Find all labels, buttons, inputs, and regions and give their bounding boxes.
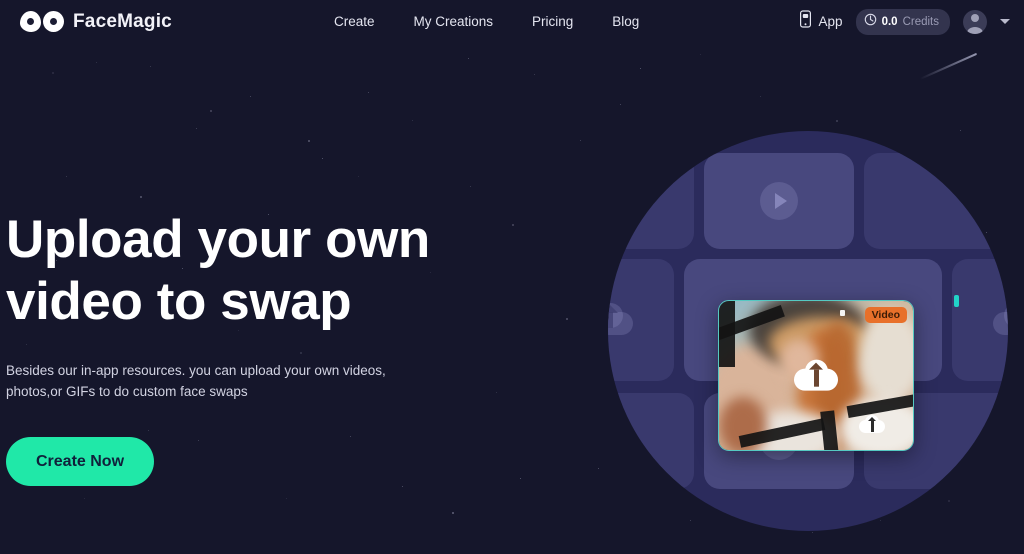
cloud-upload-icon[interactable] xyxy=(794,359,838,393)
site-header: FaceMagic Create My Creations Pricing Bl… xyxy=(0,0,1024,43)
credits-value: 0.0 xyxy=(881,15,898,28)
grid-card-top-left xyxy=(608,153,694,249)
thumbnail-marker-dot xyxy=(840,310,845,316)
hero-copy: Upload your own video to swap Besides ou… xyxy=(0,43,520,486)
facemagic-eyes-logo-icon xyxy=(20,11,64,32)
nav-item-create[interactable]: Create xyxy=(334,14,375,29)
nav-item-blog[interactable]: Blog xyxy=(612,14,639,29)
app-link-label: App xyxy=(818,14,843,29)
app-download-link[interactable]: App xyxy=(798,10,843,33)
grid-card-bottom-left xyxy=(608,393,694,489)
hero-title: Upload your own video to swap xyxy=(6,209,520,333)
nav-item-my-creations[interactable]: My Creations xyxy=(413,14,493,29)
create-now-button[interactable]: Create Now xyxy=(6,437,155,486)
mobile-phone-icon xyxy=(798,10,813,33)
cloud-upload-icon-secondary[interactable] xyxy=(859,415,885,435)
cloud-upload-icon xyxy=(608,303,633,337)
credits-badge[interactable]: 0.0 Credits xyxy=(855,8,950,35)
chevron-down-icon[interactable] xyxy=(1000,19,1010,24)
hero-title-line-1: Upload your own xyxy=(6,210,430,269)
main-navigation: Create My Creations Pricing Blog xyxy=(334,14,639,29)
grid-card-top-center xyxy=(704,153,854,249)
play-circle-icon xyxy=(760,182,798,220)
featured-video-card[interactable]: Video xyxy=(718,300,914,451)
hero-illustration: Video xyxy=(608,131,1024,554)
video-type-badge: Video xyxy=(864,307,907,323)
credits-label: Credits xyxy=(902,15,939,28)
brand-logo[interactable]: FaceMagic xyxy=(20,11,172,33)
hero-title-line-2: video to swap xyxy=(6,272,352,331)
cloud-upload-icon xyxy=(993,303,1008,337)
nav-item-pricing[interactable]: Pricing xyxy=(532,14,573,29)
grid-card-mid-right xyxy=(952,259,1008,381)
grid-card-mid-left xyxy=(608,259,674,381)
hero-section: Upload your own video to swap Besides ou… xyxy=(0,43,1024,554)
hero-subtitle: Besides our in-app resources. you can up… xyxy=(6,363,386,399)
user-avatar-icon[interactable] xyxy=(963,9,987,34)
brand-name: FaceMagic xyxy=(73,10,172,32)
grid-card-top-right xyxy=(864,153,1008,249)
teal-accent-mark xyxy=(954,295,959,307)
credit-coin-icon xyxy=(864,13,877,31)
header-actions: App 0.0 Credits xyxy=(798,8,1010,35)
